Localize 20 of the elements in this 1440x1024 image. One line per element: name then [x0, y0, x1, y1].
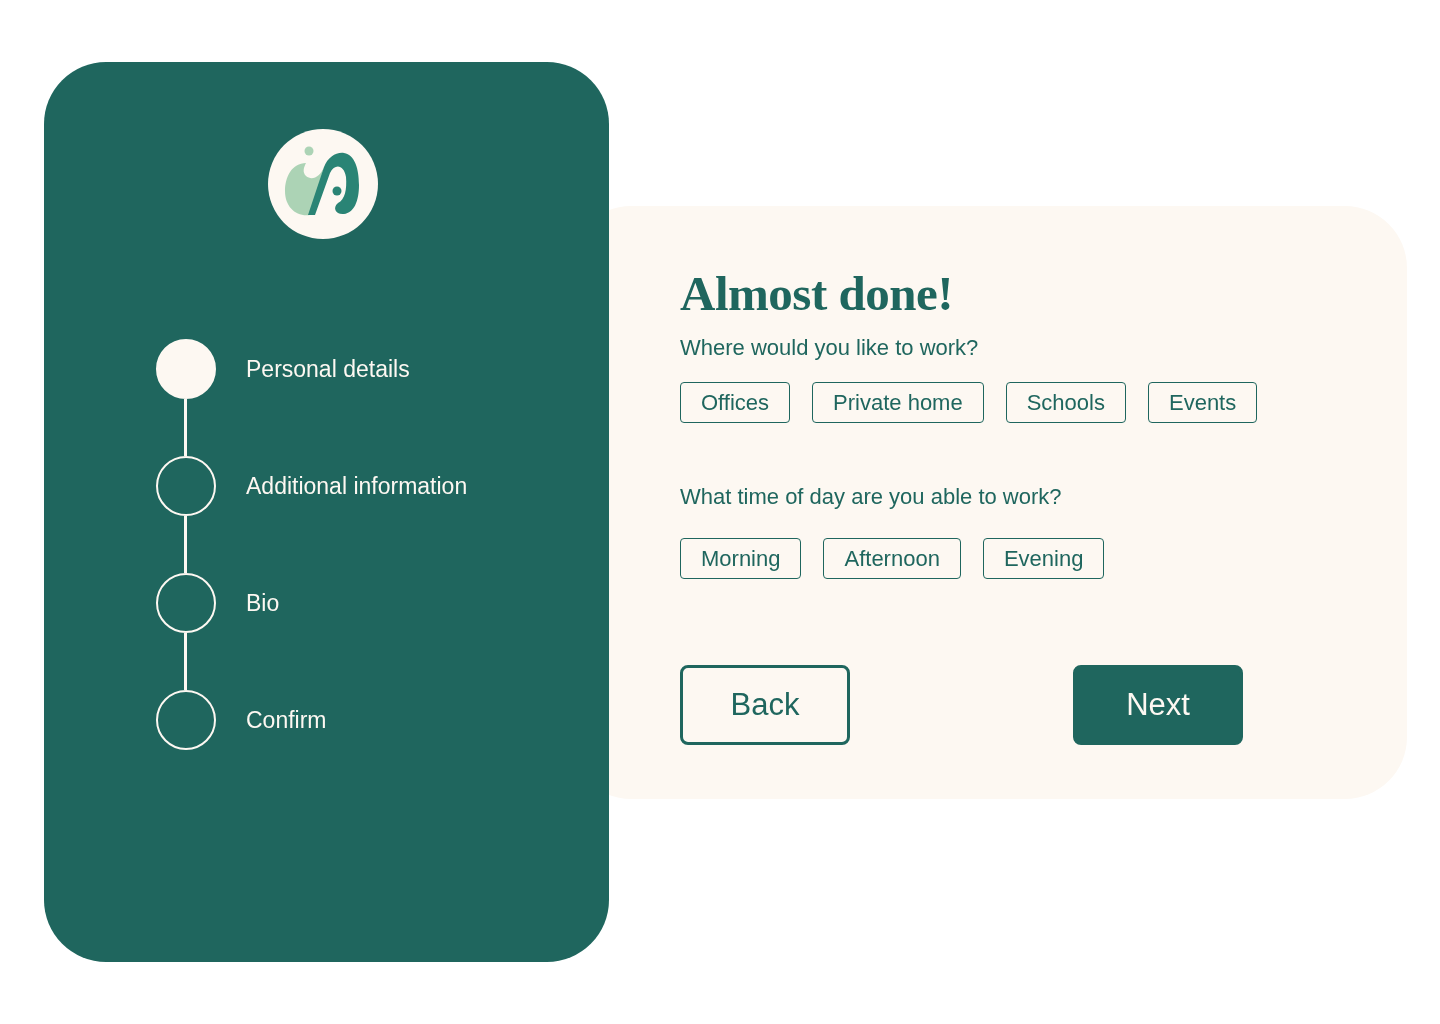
connector-line: [184, 516, 187, 573]
next-button[interactable]: Next: [1073, 665, 1243, 745]
step-label: Confirm: [246, 706, 327, 734]
form-title: Almost done!: [680, 265, 954, 323]
option-chip[interactable]: Afternoon: [823, 538, 961, 579]
step-label: Bio: [246, 589, 280, 617]
option-chip[interactable]: Evening: [982, 538, 1105, 579]
question-label: What time of day are you able to work?: [680, 483, 1062, 511]
question-label: Where would you like to work?: [680, 334, 979, 362]
option-chip[interactable]: Events: [1147, 382, 1258, 423]
step-label: Personal details: [246, 355, 410, 383]
option-chip[interactable]: Offices: [680, 382, 791, 423]
connector-line: [184, 633, 187, 690]
step-label: Additional information: [246, 472, 468, 500]
logo-icon: [268, 129, 378, 239]
option-chip[interactable]: Schools: [1005, 382, 1126, 423]
connector-line: [184, 399, 187, 456]
option-chip[interactable]: Morning: [680, 538, 802, 579]
option-chip[interactable]: Private home: [812, 382, 984, 423]
back-button[interactable]: Back: [680, 665, 850, 745]
